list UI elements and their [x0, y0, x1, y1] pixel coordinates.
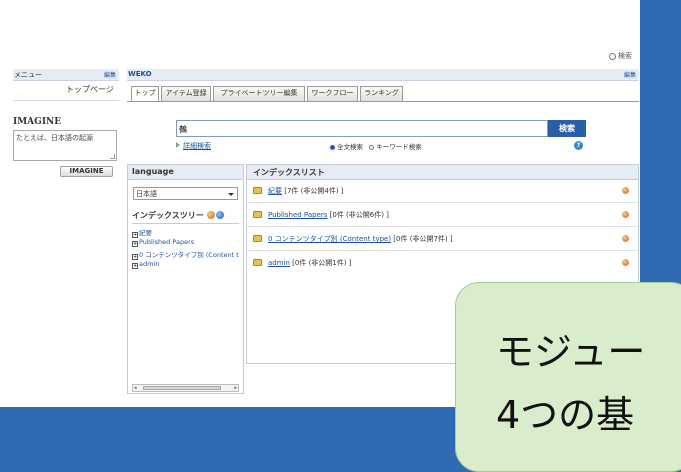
tree-item-label: Published Papers [139, 238, 195, 246]
scrollbar-thumb[interactable] [143, 386, 221, 390]
rss-icon[interactable] [622, 211, 629, 218]
scroll-left-icon[interactable]: ◂ [134, 385, 137, 391]
index-row: Published Papers [0件 (非公開6件) ] [247, 203, 638, 227]
imagine-placeholder: たとえば、日本語の起源 [16, 134, 93, 142]
index-link[interactable]: 紀要 [268, 187, 282, 195]
rss-icon[interactable] [622, 187, 629, 194]
expand-plus-icon[interactable]: + [132, 263, 138, 269]
menu-divider [13, 100, 119, 101]
tab-ranking[interactable]: ランキング [360, 86, 403, 101]
folder-icon [253, 235, 262, 242]
weko-edit-link[interactable]: 編集 [624, 70, 636, 79]
radio-selected-icon [330, 145, 335, 150]
index-link[interactable]: Published Papers [268, 211, 327, 219]
imagine-title: IMAGINE [13, 117, 62, 127]
index-row: 0 コンテンツタイプ別 (Content type) [0件 (非公開7件) ] [247, 227, 638, 251]
header-search-link[interactable]: 検索 [609, 51, 632, 61]
tab-baseline [127, 101, 639, 102]
tree-item[interactable]: + admin [132, 260, 242, 269]
language-panel-header: language [128, 165, 243, 180]
rss-icon[interactable] [206, 211, 215, 219]
index-row: admin [0件 (非公開1件) ] [247, 251, 638, 274]
weko-block-header: WEKO 編集 [127, 69, 639, 81]
index-row-text: 紀要 [7件 (非公開4件) ] [268, 186, 344, 196]
folder-icon [253, 259, 262, 266]
search-button[interactable]: 検索 [548, 120, 586, 137]
index-link[interactable]: 0 コンテンツタイプ別 (Content type) [268, 235, 391, 243]
weko-title: WEKO [128, 70, 152, 78]
callout-box: モジュー 4つの基 [455, 282, 681, 472]
search-type-options: 全文検索 キーワード検索 [330, 141, 422, 151]
keyword-search-input[interactable]: 鵺 [176, 120, 548, 137]
index-count: [0件 (非公開1件) ] [289, 259, 352, 267]
tree-item[interactable]: + 紀要 [132, 227, 242, 238]
menu-edit-link[interactable]: 編集 [104, 70, 116, 79]
radio-fulltext-label: 全文検索 [337, 143, 363, 151]
language-selected-value: 日本語 [136, 190, 157, 198]
tab-workflow[interactable]: ワークフロー [307, 86, 358, 101]
index-tree-title: インデックスツリー [132, 210, 224, 221]
index-row-text: admin [0件 (非公開1件) ] [268, 258, 351, 268]
tree-item[interactable]: + Published Papers [132, 238, 242, 247]
language-title: language [132, 167, 174, 176]
index-list-header: インデックスリスト [247, 165, 638, 180]
keyword-search-value: 鵺 [179, 125, 187, 134]
scroll-right-icon[interactable]: ▸ [234, 385, 237, 391]
advanced-search-label: 詳細検索 [183, 142, 211, 150]
callout-line-2: 4つの基 [496, 393, 635, 437]
index-row: 紀要 [7件 (非公開4件) ] [247, 179, 638, 203]
imagine-search-textarea[interactable]: たとえば、日本語の起源 [13, 130, 117, 161]
help-icon[interactable]: ? [574, 141, 583, 150]
index-row-text: Published Papers [0件 (非公開6件) ] [268, 210, 389, 220]
tree-divider [132, 223, 239, 224]
imagine-button[interactable]: IMAGINE [60, 166, 113, 177]
menu-item-top-page[interactable]: トップページ [66, 84, 114, 95]
tree-item-label: 紀要 [139, 229, 152, 237]
index-row-text: 0 コンテンツタイプ別 (Content type) [0件 (非公開7件) ] [268, 234, 453, 244]
radio-unselected-icon [369, 145, 375, 150]
tab-top[interactable]: トップ [131, 86, 159, 102]
advanced-search-link[interactable]: 詳細検索 [176, 141, 211, 151]
dropdown-arrow-icon [228, 193, 234, 196]
index-list-title: インデックスリスト [253, 168, 325, 177]
header-search-label: 検索 [618, 52, 632, 60]
expand-plus-icon[interactable]: + [132, 241, 138, 247]
tab-item-registration[interactable]: アイテム登録 [161, 86, 211, 101]
rss-icon[interactable] [622, 259, 629, 266]
tree-horizontal-scrollbar[interactable]: ◂ ▸ [132, 384, 239, 392]
triangle-right-icon [176, 142, 180, 148]
radio-fulltext[interactable]: 全文検索 [330, 143, 363, 151]
index-tree-title-text: インデックスツリー [132, 211, 204, 220]
index-count: [0件 (非公開7件) ] [391, 235, 453, 243]
menu-title: メニュー [14, 71, 42, 79]
help-circle-icon[interactable] [215, 211, 224, 219]
tab-private-tree-edit[interactable]: プライベートツリー編集 [213, 86, 305, 101]
folder-icon [253, 187, 262, 194]
folder-icon [253, 211, 262, 218]
radio-keyword-label: キーワード検索 [376, 143, 422, 151]
rss-icon[interactable] [622, 235, 629, 242]
index-count: [7件 (非公開4件) ] [282, 187, 344, 195]
resize-grip-icon[interactable] [110, 154, 115, 159]
language-panel: language 日本語 インデックスツリー + 紀要 + Published Pa… [127, 164, 244, 394]
callout-line-1: モジュー [496, 330, 646, 374]
language-select[interactable]: 日本語 [133, 187, 238, 200]
menu-block-header: メニュー 編集 [13, 69, 119, 81]
radio-keyword[interactable]: キーワード検索 [369, 143, 422, 151]
tree-item[interactable]: +0 コンテンツタイプ別 (Content t [132, 249, 242, 260]
tree-item-label: 0 コンテンツタイプ別 (Content t [139, 251, 239, 259]
tree-item-label: admin [139, 260, 160, 268]
search-globe-icon [609, 53, 616, 60]
index-link[interactable]: admin [268, 259, 290, 267]
index-count: [0件 (非公開6件) ] [327, 211, 389, 219]
